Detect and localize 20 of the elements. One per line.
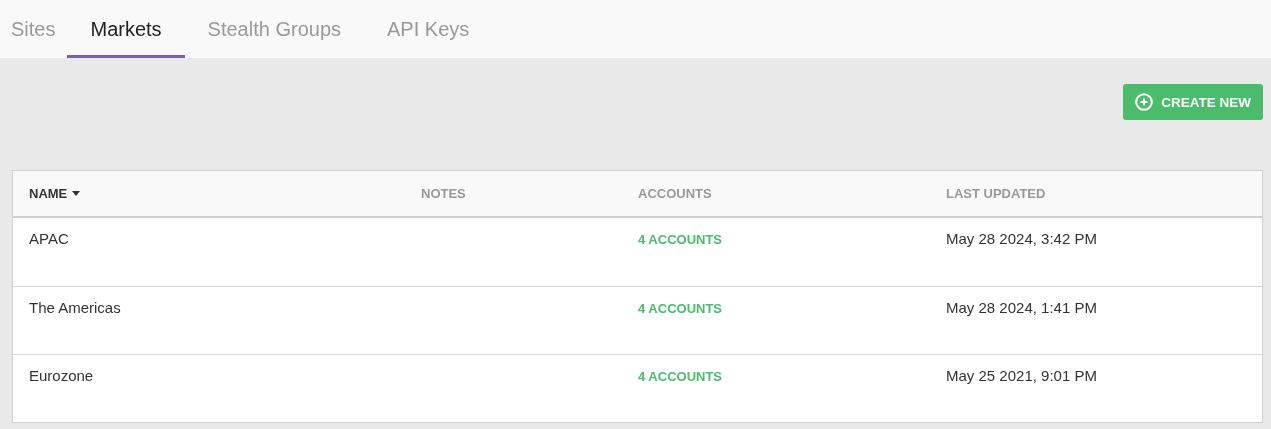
tab[interactable]: Sites bbox=[0, 0, 68, 58]
table-cell-text: May 28 2024, 3:42 PM bbox=[946, 230, 1098, 247]
tab[interactable]: API Keys bbox=[364, 0, 493, 58]
tab[interactable]: Markets bbox=[67, 0, 185, 58]
accounts-link[interactable]: 4 ACCOUNTS bbox=[638, 232, 723, 247]
sort-caret-icon bbox=[72, 191, 81, 196]
column-header[interactable]: NAME bbox=[29, 186, 68, 201]
accounts-link[interactable]: 4 ACCOUNTS bbox=[638, 301, 723, 316]
table-cell-text: APAC bbox=[29, 230, 70, 247]
column-header[interactable]: ACCOUNTS bbox=[638, 186, 712, 201]
tab[interactable]: Stealth Groups bbox=[184, 0, 364, 58]
create-new-button[interactable]: CREATE NEW bbox=[1123, 84, 1263, 120]
table-cell-text: The Americas bbox=[29, 299, 122, 316]
column-header[interactable]: NOTES bbox=[421, 186, 466, 201]
table-cell-text: May 25 2021, 9:01 PM bbox=[946, 367, 1098, 384]
plus-circle-icon bbox=[1135, 93, 1154, 111]
accounts-link[interactable]: 4 ACCOUNTS bbox=[638, 369, 723, 384]
table-cell-text: May 28 2024, 1:41 PM bbox=[946, 299, 1098, 316]
table-cell-text: Eurozone bbox=[29, 367, 95, 384]
column-header[interactable]: LAST UPDATED bbox=[946, 186, 1046, 201]
